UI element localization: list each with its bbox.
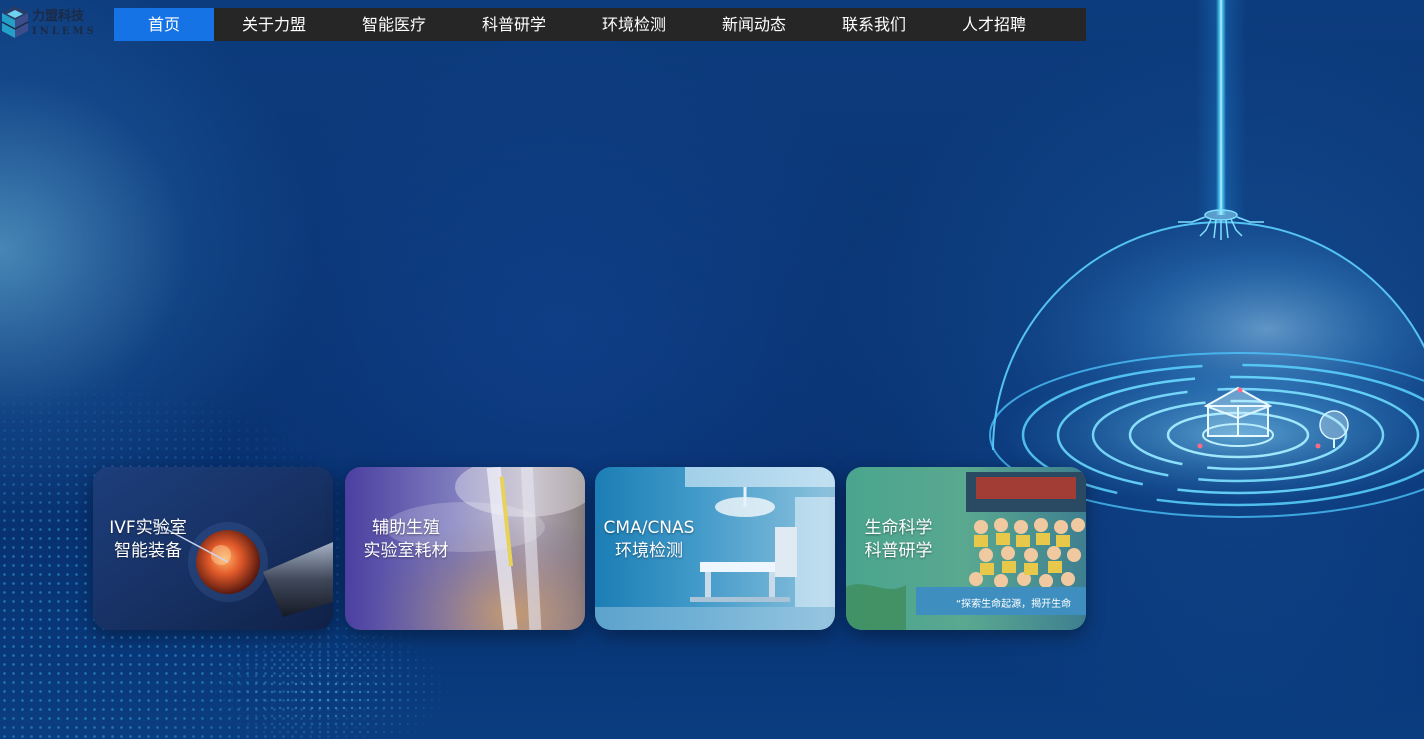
nav-item-about[interactable]: 关于力盟 bbox=[214, 8, 334, 41]
card-reproductive-consumables[interactable]: 辅助生殖 实验室耗材 bbox=[345, 467, 585, 630]
nav-item-news[interactable]: 新闻动态 bbox=[694, 8, 814, 41]
card-env-line2: 环境检测 bbox=[615, 541, 683, 561]
nav-item-contact[interactable]: 联系我们 bbox=[814, 8, 934, 41]
card-env-testing[interactable]: CMA/CNAS 环境检测 bbox=[595, 467, 835, 630]
card-life-line2: 科普研学 bbox=[864, 541, 933, 561]
logo-name-cn: 力盟科技 bbox=[32, 8, 85, 24]
card-env-title: CMA/CNAS 环境检测 bbox=[595, 517, 703, 563]
card-ivf-lab[interactable]: IVF实验室 智能装备 bbox=[93, 467, 333, 630]
site-logo[interactable]: 力盟科技 INLEMS bbox=[0, 4, 110, 42]
card-reproductive-line2: 实验室耗材 bbox=[363, 541, 449, 561]
card-reproductive-title: 辅助生殖 实验室耗材 bbox=[345, 517, 467, 563]
card-life-science[interactable]: 生命科学 科普研学 “探索生命起源，揭开生命 bbox=[846, 467, 1086, 630]
card-env-line1: CMA/CNAS bbox=[603, 518, 695, 538]
hero-banner: 力盟科技 INLEMS 首页 关于力盟 智能医疗 科普研学 环境检测 新闻动态 … bbox=[0, 0, 1424, 739]
logo-name-en: INLEMS bbox=[32, 25, 97, 37]
main-nav: 首页 关于力盟 智能医疗 科普研学 环境检测 新闻动态 联系我们 人才招聘 bbox=[114, 8, 1086, 41]
card-reproductive-line1: 辅助生殖 bbox=[372, 518, 440, 538]
card-life-title: 生命科学 科普研学 bbox=[846, 517, 951, 563]
card-ivf-line2: 智能装备 bbox=[114, 541, 182, 561]
nav-item-science-study[interactable]: 科普研学 bbox=[454, 8, 574, 41]
nav-item-smart-medical[interactable]: 智能医疗 bbox=[334, 8, 454, 41]
card-ivf-line1: IVF实验室 bbox=[109, 518, 187, 538]
nav-item-env-testing[interactable]: 环境检测 bbox=[574, 8, 694, 41]
light-beam bbox=[1216, 0, 1226, 215]
cube-logo-icon bbox=[1, 6, 29, 38]
card-life-line1: 生命科学 bbox=[864, 518, 933, 538]
card-ivf-title: IVF实验室 智能装备 bbox=[93, 517, 203, 563]
nav-item-careers[interactable]: 人才招聘 bbox=[934, 8, 1054, 41]
card-life-banner-text: “探索生命起源，揭开生命 bbox=[956, 599, 1072, 610]
nav-item-home[interactable]: 首页 bbox=[114, 8, 214, 41]
